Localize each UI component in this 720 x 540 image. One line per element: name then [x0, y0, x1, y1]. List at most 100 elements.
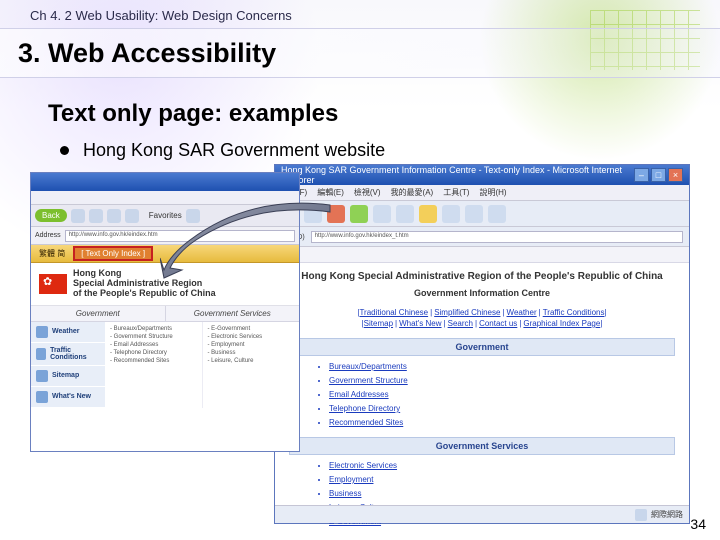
sidebar-item-label: Weather [52, 328, 80, 335]
list-item[interactable]: Bureaux/Departments [329, 362, 675, 371]
nav-row-2: |Sitemap|What's New|Search|Contact us|Gr… [289, 319, 675, 328]
window-title: Hong Kong SAR Government Information Cen… [281, 165, 632, 185]
menu-item[interactable]: 編輯(E) [317, 187, 344, 198]
nav-link[interactable]: Simplified Chinese [434, 308, 500, 317]
minimize-button[interactable]: ‒ [634, 168, 649, 182]
print-icon[interactable] [488, 205, 506, 223]
list-item[interactable]: - E-Government [208, 326, 295, 332]
right-address-input[interactable]: http://www.info.gov.hk/eindex_t.htm [311, 231, 683, 243]
list-item[interactable]: Government Structure [329, 376, 675, 385]
nav-link[interactable]: Traditional Chinese [359, 308, 428, 317]
list-item[interactable]: - Government Structure [110, 334, 197, 340]
list-item[interactable]: Telephone Directory [329, 404, 675, 413]
address-label: Address [35, 232, 61, 239]
zone-icon [635, 509, 647, 521]
news-icon [36, 391, 48, 403]
toolbar-icon[interactable] [89, 209, 103, 223]
right-titlebar: Hong Kong SAR Government Information Cen… [275, 165, 689, 185]
history-icon[interactable] [442, 205, 460, 223]
right-menubar: 檔案(F) 編輯(E) 檢視(V) 我的最愛(A) 工具(T) 說明(H) [275, 185, 689, 201]
menu-item[interactable]: 檢視(V) [354, 187, 381, 198]
right-addressbar: 網址(D) http://www.info.gov.hk/eindex_t.ht… [275, 227, 689, 247]
col-head-gov: Government [31, 306, 166, 321]
nav-link[interactable]: Sitemap [364, 319, 393, 328]
sidebar-item-label: Traffic Conditions [50, 347, 100, 361]
back-button[interactable]: Back [35, 209, 67, 222]
msn-bar: msn [275, 247, 689, 263]
traffic-icon [36, 348, 46, 360]
nav-link[interactable]: Search [448, 319, 473, 328]
arrow-annotation [160, 200, 335, 280]
col-government: - Bureaux/Departments - Government Struc… [105, 322, 203, 408]
nav-link[interactable]: Weather [507, 308, 537, 317]
sidebar-item-label: Sitemap [52, 372, 79, 379]
left-sidebar-nav: Weather Traffic Conditions Sitemap What'… [31, 322, 105, 408]
browser-right: Hong Kong SAR Government Information Cen… [274, 164, 690, 524]
col-head-svc: Government Services [166, 306, 300, 321]
left-body: Weather Traffic Conditions Sitemap What'… [31, 322, 299, 408]
list-item[interactable]: - Recommended Sites [110, 358, 197, 364]
lang-tab[interactable]: 繁體 简 [31, 246, 73, 261]
text-only-tab[interactable]: [ Text Only Index ] [73, 246, 153, 261]
bullet-dot-icon [60, 146, 69, 155]
sidebar-item-traffic[interactable]: Traffic Conditions [31, 343, 105, 366]
left-titlebar [31, 173, 299, 191]
header-line: of the People's Republic of China [73, 289, 216, 299]
section-list-gov: Bureaux/Departments Government Structure… [289, 362, 675, 427]
mail-icon[interactable] [465, 205, 483, 223]
sitemap-icon [36, 370, 48, 382]
right-toolbar [275, 201, 689, 227]
list-item[interactable]: - Email Addresses [110, 342, 197, 348]
bullet-text: Hong Kong SAR Government website [83, 140, 385, 161]
menu-item[interactable]: 我的最愛(A) [391, 187, 434, 198]
nav-row-1: |Traditional Chinese|Simplified Chinese|… [289, 308, 675, 317]
section-head-gov: Government [289, 338, 675, 356]
page-number: 34 [690, 516, 706, 532]
left-columns: - Bureaux/Departments - Government Struc… [105, 322, 299, 408]
col-services: - E-Government - Electronic Services - E… [203, 322, 300, 408]
nav-link[interactable]: What's New [399, 319, 441, 328]
list-item[interactable]: - Bureaux/Departments [110, 326, 197, 332]
weather-icon [36, 326, 48, 338]
menu-item[interactable]: 工具(T) [443, 187, 469, 198]
toolbar-icon[interactable] [107, 209, 121, 223]
list-item[interactable]: - Employment [208, 342, 295, 348]
page-title: 3. Web Accessibility [18, 38, 276, 69]
list-item[interactable]: Employment [329, 475, 675, 484]
list-item[interactable]: - Leisure, Culture [208, 358, 295, 364]
subtitle: Text only page: examples [48, 100, 338, 128]
section-head-svc: Government Services [289, 437, 675, 455]
refresh-icon[interactable] [350, 205, 368, 223]
left-column-headers: Government Government Services [31, 306, 299, 322]
chapter-label: Ch 4. 2 Web Usability: Web Design Concer… [30, 8, 292, 23]
close-button[interactable]: × [668, 168, 683, 182]
content-title: Hong Kong Special Administrative Region … [289, 271, 675, 282]
sidebar-item-whatsnew[interactable]: What's New [31, 387, 105, 408]
list-item[interactable]: - Business [208, 350, 295, 356]
nav-link[interactable]: Traffic Conditions [543, 308, 605, 317]
sidebar-item-sitemap[interactable]: Sitemap [31, 366, 105, 387]
nav-link[interactable]: Contact us [479, 319, 517, 328]
maximize-button[interactable]: □ [651, 168, 666, 182]
search-icon[interactable] [396, 205, 414, 223]
list-item[interactable]: Electronic Services [329, 461, 675, 470]
title-band: 3. Web Accessibility [0, 28, 720, 78]
content-subtitle: Government Information Centre [289, 288, 675, 298]
right-statusbar: 網際網路 [275, 505, 689, 523]
nav-link[interactable]: Graphical Index Page [523, 319, 600, 328]
sidebar-item-label: What's New [52, 393, 91, 400]
list-item[interactable]: - Electronic Services [208, 334, 295, 340]
right-content: Hong Kong Special Administrative Region … [275, 263, 689, 539]
menu-item[interactable]: 說明(H) [479, 187, 506, 198]
list-item[interactable]: Business [329, 489, 675, 498]
toolbar-icon[interactable] [125, 209, 139, 223]
list-item[interactable]: - Telephone Directory [110, 350, 197, 356]
list-item[interactable]: Recommended Sites [329, 418, 675, 427]
hk-flag-icon [39, 274, 67, 294]
sidebar-item-weather[interactable]: Weather [31, 322, 105, 343]
home-icon[interactable] [373, 205, 391, 223]
bullet-row: Hong Kong SAR Government website [60, 140, 385, 161]
toolbar-icon[interactable] [71, 209, 85, 223]
favorites-icon[interactable] [419, 205, 437, 223]
list-item[interactable]: Email Addresses [329, 390, 675, 399]
